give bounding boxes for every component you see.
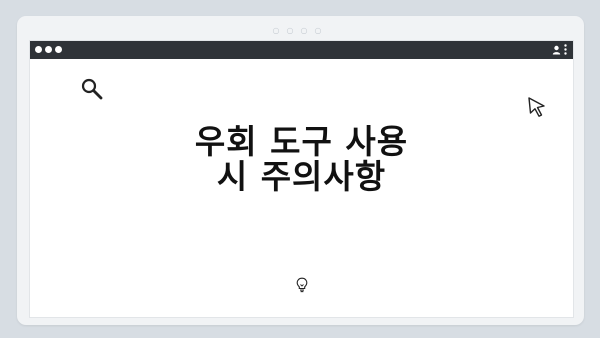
page-title-line-2: 시 주의사항 bbox=[216, 157, 387, 196]
page-title-line-1: 우회 도구 사용 bbox=[194, 122, 409, 161]
page-content: 우회 도구 사용 시 주의사항 bbox=[30, 59, 573, 317]
browser-window: 우회 도구 사용 시 주의사항 bbox=[29, 40, 574, 318]
lightbulb-icon bbox=[296, 277, 308, 293]
window-titlebar bbox=[30, 41, 573, 59]
kebab-menu-icon[interactable] bbox=[564, 44, 567, 55]
cursor-arrow-icon bbox=[528, 97, 545, 117]
window-dot-2[interactable] bbox=[45, 46, 52, 53]
page-title: 우회 도구 사용 시 주의사항 bbox=[30, 124, 573, 194]
window-dot-3[interactable] bbox=[55, 46, 62, 53]
window-dot-1[interactable] bbox=[35, 46, 42, 53]
user-icon[interactable] bbox=[552, 45, 561, 55]
search-icon[interactable] bbox=[80, 77, 104, 101]
titlebar-actions bbox=[552, 44, 567, 55]
window-controls bbox=[35, 46, 62, 53]
frame-top-dots: ○○○○ bbox=[272, 26, 329, 35]
browser-frame: ○○○○ 우회 도구 사용 시 주의사항 bbox=[17, 16, 584, 325]
